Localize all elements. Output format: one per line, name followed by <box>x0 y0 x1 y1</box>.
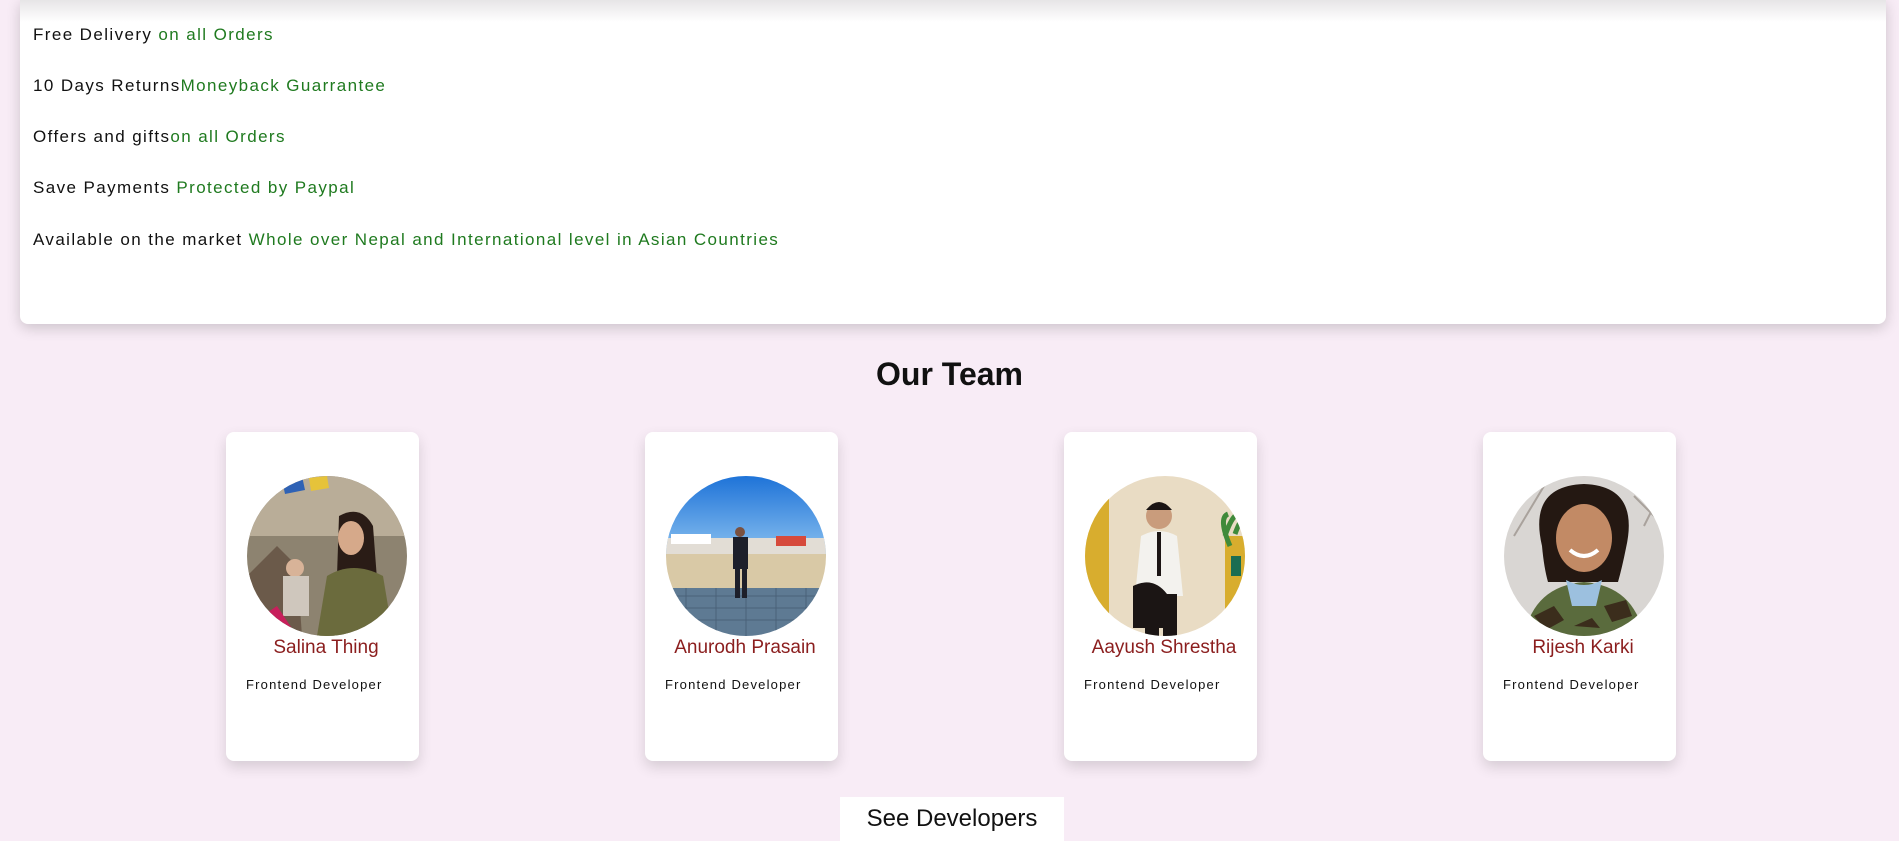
feature-highlight: Moneyback Guarrantee <box>180 76 387 95</box>
member-photo <box>247 476 407 636</box>
team-member-card: Anurodh Prasain Frontend Developer <box>645 432 838 761</box>
feature-free-delivery: Free Delivery on all Orders <box>33 25 274 45</box>
member-role: Frontend Developer <box>1503 677 1640 692</box>
feature-label: Offers and gifts <box>33 127 171 146</box>
feature-label: 10 Days Returns <box>33 76 181 95</box>
team-member-card: Rijesh Karki Frontend Developer <box>1483 432 1676 761</box>
feature-label: Save Payments <box>33 178 177 197</box>
features-card: Free Delivery on all Orders 10 Days Retu… <box>20 0 1886 324</box>
member-photo <box>1085 476 1245 636</box>
member-role: Frontend Developer <box>665 677 802 692</box>
team-section-title: Our Team <box>876 356 1023 392</box>
feature-availability: Available on the market Whole over Nepal… <box>33 230 779 250</box>
feature-highlight: on all Orders <box>158 25 274 44</box>
member-name: Anurodh Prasain <box>674 637 816 658</box>
feature-highlight: Protected by Paypal <box>176 178 356 197</box>
feature-returns: 10 Days ReturnsMoneyback Guarrantee <box>33 76 386 96</box>
team-member-card: Salina Thing Frontend Developer <box>226 432 419 761</box>
feature-payments: Save Payments Protected by Paypal <box>33 178 355 198</box>
member-role: Frontend Developer <box>246 677 383 692</box>
member-name: Rijesh Karki <box>1532 637 1634 658</box>
see-developers-button[interactable]: See Developers <box>840 797 1064 841</box>
feature-label: Available on the market <box>33 230 249 249</box>
feature-label: Free Delivery <box>33 25 159 44</box>
feature-offers: Offers and giftson all Orders <box>33 127 286 147</box>
member-role: Frontend Developer <box>1084 677 1221 692</box>
feature-highlight: on all Orders <box>170 127 286 146</box>
team-member-card: Aayush Shrestha Frontend Developer <box>1064 432 1257 761</box>
member-photo <box>666 476 826 636</box>
member-name: Salina Thing <box>273 637 379 658</box>
member-photo <box>1504 476 1664 636</box>
member-name: Aayush Shrestha <box>1091 637 1237 658</box>
feature-highlight: Whole over Nepal and International level… <box>248 230 780 249</box>
